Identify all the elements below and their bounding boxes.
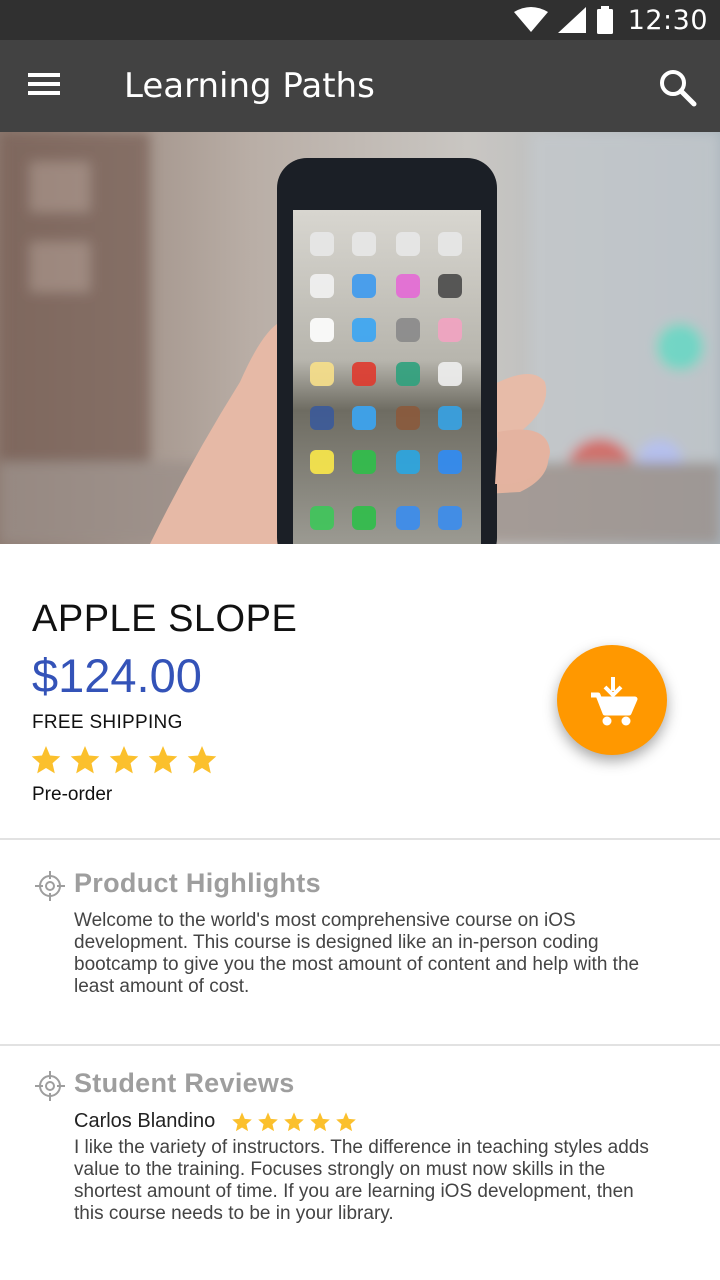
divider — [0, 838, 720, 840]
signal-icon — [557, 7, 586, 33]
product-price: $124.00 — [32, 649, 202, 702]
star-icon — [109, 746, 139, 774]
hero-photo-illustration — [0, 132, 720, 544]
star-icon — [284, 1111, 305, 1131]
reviewer-name: Carlos Blandino — [74, 1110, 216, 1132]
page-title: Learning Paths — [124, 66, 375, 106]
student-reviews-section: Student Reviews Carlos Blandino I like t… — [0, 1068, 720, 1270]
crosshair-icon — [35, 871, 65, 901]
battery-icon — [596, 6, 613, 34]
status-icons: 12:30 — [513, 0, 708, 40]
status-bar: 12:30 — [0, 0, 720, 40]
add-to-cart-button[interactable] — [557, 645, 667, 755]
highlights-text: Welcome to the world's most comprehensiv… — [74, 910, 640, 997]
star-icon — [258, 1111, 279, 1131]
add-to-cart-download-icon — [591, 677, 638, 726]
review-text: I like the variety of instructors. The d… — [74, 1137, 649, 1224]
star-icon — [70, 746, 100, 774]
menu-icon[interactable] — [26, 70, 64, 102]
product-rating — [30, 744, 218, 776]
star-icon — [31, 746, 61, 774]
section-title: Student Reviews — [74, 1068, 295, 1098]
wifi-icon — [513, 7, 548, 32]
product-highlights-section: Product Highlights Welcome to the world'… — [0, 868, 720, 1030]
crosshair-icon — [35, 1071, 65, 1101]
shipping-label: FREE SHIPPING — [32, 712, 183, 733]
product-name: APPLE SLOPE — [32, 598, 298, 640]
star-icon — [310, 1111, 331, 1131]
review-header: Carlos Blandino — [74, 1110, 357, 1133]
product-summary: APPLE SLOPE $124.00 FREE SHIPPING Pre-or… — [0, 544, 720, 838]
section-title: Product Highlights — [74, 868, 321, 898]
star-icon — [232, 1111, 253, 1131]
search-icon[interactable] — [658, 68, 698, 108]
review-rating — [231, 1111, 357, 1133]
app-bar: Learning Paths — [0, 40, 720, 132]
star-icon — [148, 746, 178, 774]
availability-status: Pre-order — [32, 784, 113, 805]
hero-image — [0, 132, 720, 544]
star-icon — [187, 746, 217, 774]
divider — [0, 1044, 720, 1046]
status-time: 12:30 — [627, 4, 708, 36]
star-icon — [336, 1111, 357, 1131]
